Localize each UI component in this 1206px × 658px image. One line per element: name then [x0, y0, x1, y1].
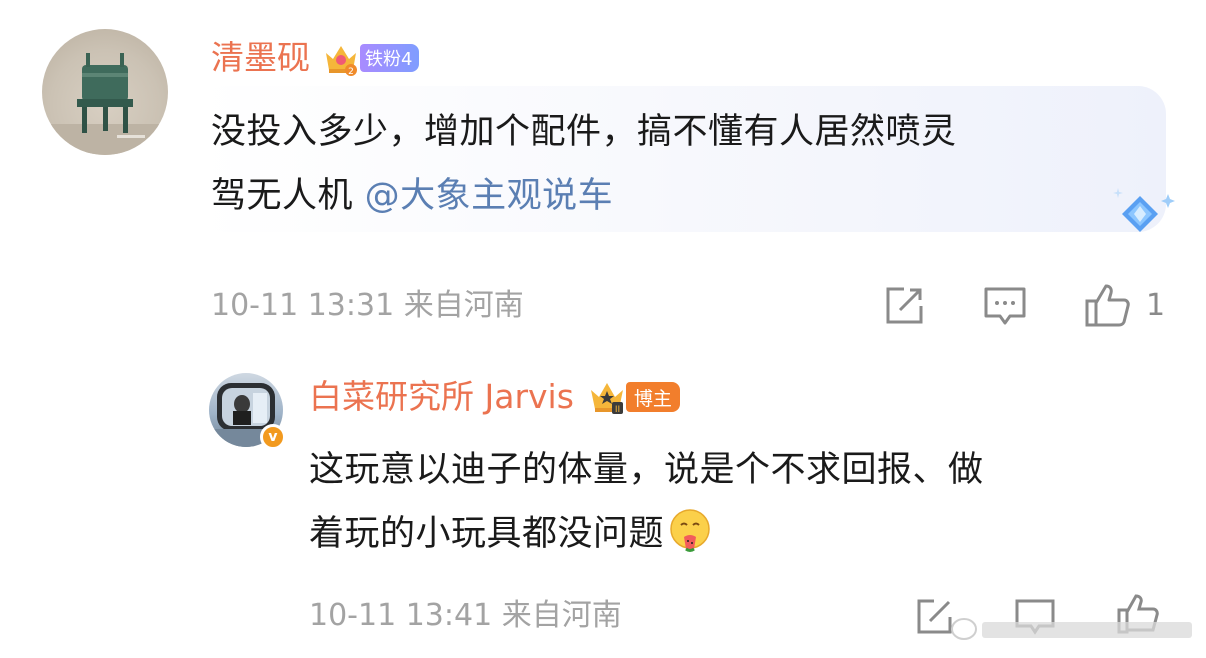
username[interactable]: 清墨砚: [211, 36, 310, 80]
like-icon[interactable]: [1084, 282, 1132, 328]
comment-line: 驾无人机 @大象主观说车: [211, 176, 614, 216]
mention-link[interactable]: @大象主观说车: [365, 176, 614, 216]
crown-star-icon: II: [590, 383, 623, 415]
fan-badge: 铁粉4: [360, 44, 420, 72]
reply-header: 白菜研究所 Jarvis II 博主: [309, 375, 680, 419]
reply-line: 着玩的小玩具都没问题: [309, 502, 1169, 566]
reply-share-icon[interactable]: [914, 597, 954, 637]
location: 来自河南: [403, 288, 524, 323]
comment-header: 清墨砚 2 铁粉4: [211, 36, 420, 80]
share-icon[interactable]: [882, 284, 926, 328]
watermark-overlay: [951, 618, 1192, 640]
comment-meta: 10-11 13:31 来自河南: [211, 286, 524, 326]
comment-line: 没投入多少，增加个配件，搞不懂有人居然喷灵: [211, 112, 957, 152]
reply-location: 来自河南: [501, 598, 622, 633]
avatar[interactable]: [42, 29, 168, 155]
reply-username[interactable]: 白菜研究所 Jarvis: [309, 375, 574, 419]
sparkle-diamond-icon: [1113, 188, 1175, 232]
comment-icon[interactable]: [983, 286, 1027, 328]
reply-line: 这玩意以迪子的体量，说是个不求回报、做: [309, 450, 984, 490]
comment-thread: 清墨砚 2 铁粉4 没投入多少，增加个配件，搞不懂有人居然喷灵 驾无人机 @大象…: [0, 0, 1206, 658]
verified-icon: v: [260, 424, 286, 450]
reply-meta: 10-11 13:41 来自河南: [309, 596, 622, 636]
reply-body: 这玩意以迪子的体量，说是个不求回报、做 着玩的小玩具都没问题: [309, 438, 1169, 566]
like-count: 1: [1146, 288, 1166, 323]
svg-text:2: 2: [348, 67, 354, 77]
svg-text:II: II: [615, 405, 620, 415]
host-badge: 博主: [625, 382, 680, 412]
watermelon-emoji-icon: [670, 509, 710, 552]
crown-level-icon: 2: [326, 46, 357, 77]
reply-timestamp: 10-11 13:41: [309, 598, 493, 633]
comment-body: 没投入多少，增加个配件，搞不懂有人居然喷灵 驾无人机 @大象主观说车: [211, 100, 1156, 228]
bronze-vessel-avatar-image: [42, 53, 168, 155]
timestamp: 10-11 13:31: [211, 288, 395, 323]
